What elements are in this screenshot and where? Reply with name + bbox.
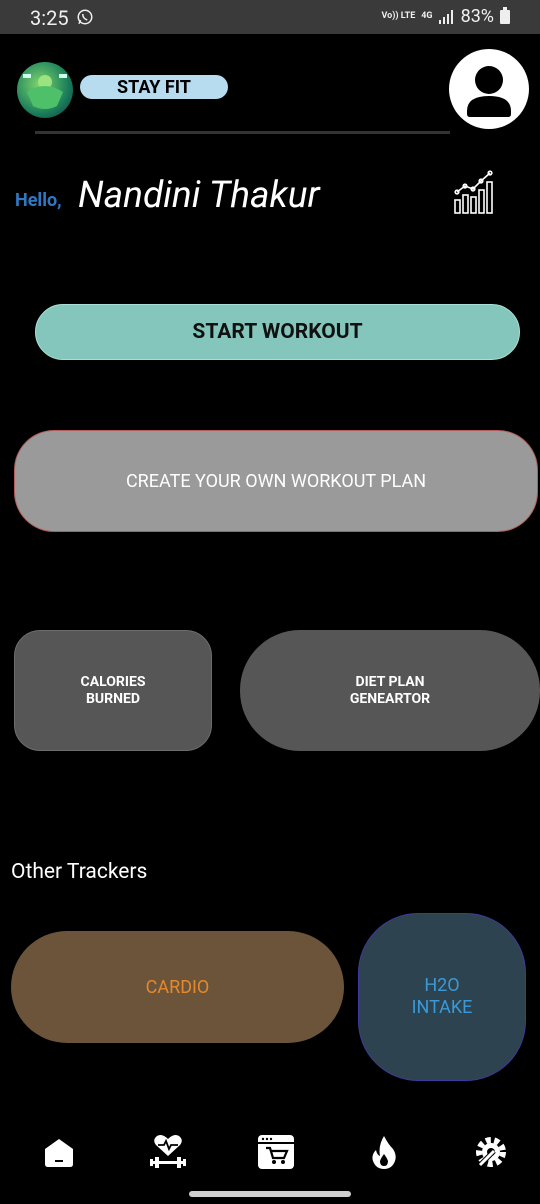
status-time: 3:25	[30, 6, 69, 30]
network-type: 4G	[421, 11, 433, 21]
store-cart-icon	[258, 1135, 294, 1169]
calories-label-line1: CALORIES	[80, 673, 146, 690]
profile-avatar-button[interactable]	[449, 49, 529, 129]
whatsapp-icon	[77, 9, 93, 25]
heart-dumbbell-icon	[150, 1135, 186, 1168]
nav-store[interactable]	[256, 1132, 296, 1172]
h2o-label-line1: H2O	[424, 975, 460, 996]
signal-icon	[438, 9, 453, 24]
bodybuilder-logo-icon	[23, 74, 67, 109]
user-name: Nandini Thakur	[78, 174, 320, 217]
greeting-hello: Hello,	[15, 190, 62, 211]
start-workout-button[interactable]: START WORKOUT	[35, 304, 520, 360]
settings-gear-wrench-icon	[476, 1137, 506, 1167]
app-logo	[17, 62, 73, 118]
user-icon	[467, 66, 511, 117]
nav-settings[interactable]	[471, 1132, 511, 1172]
nav-home[interactable]	[39, 1132, 79, 1172]
app-name-badge: STAY FIT	[80, 75, 228, 99]
header-divider	[35, 131, 450, 134]
start-workout-label: START WORKOUT	[192, 320, 363, 344]
diet-label-line2: GENEARTOR	[349, 690, 431, 707]
nav-burn[interactable]	[364, 1132, 404, 1172]
calories-burned-button[interactable]: CALORIES BURNED	[14, 630, 212, 751]
diet-label-line1: DIET PLAN	[355, 673, 425, 690]
nav-fitness[interactable]	[148, 1132, 188, 1172]
status-bar: 3:25 Vo)) LTE 4G 83%	[0, 0, 540, 34]
other-trackers-heading: Other Trackers	[11, 860, 148, 884]
cardio-tracker-button[interactable]: CARDIO	[11, 931, 344, 1043]
calories-label-line2: BURNED	[86, 690, 140, 707]
battery-icon	[500, 6, 510, 24]
home-icon	[45, 1139, 73, 1167]
status-right: Vo)) LTE 4G 83%	[381, 6, 510, 27]
gesture-home-indicator[interactable]	[189, 1191, 351, 1197]
volte-icon: Vo)) LTE	[381, 11, 416, 21]
cardio-label: CARDIO	[145, 976, 210, 998]
h2o-label-line2: INTAKE	[411, 997, 473, 1018]
h2o-intake-button[interactable]: H2O INTAKE	[358, 913, 526, 1081]
fire-icon	[372, 1136, 396, 1169]
create-workout-plan-label: CREATE YOUR OWN WORKOUT PLAN	[125, 470, 427, 492]
create-workout-plan-button[interactable]: CREATE YOUR OWN WORKOUT PLAN	[14, 430, 538, 532]
bottom-navigation	[0, 1122, 540, 1182]
battery-percent: 83%	[460, 6, 494, 27]
progress-chart-icon[interactable]	[453, 170, 495, 214]
diet-plan-generator-button[interactable]: DIET PLAN GENEARTOR	[240, 630, 540, 751]
